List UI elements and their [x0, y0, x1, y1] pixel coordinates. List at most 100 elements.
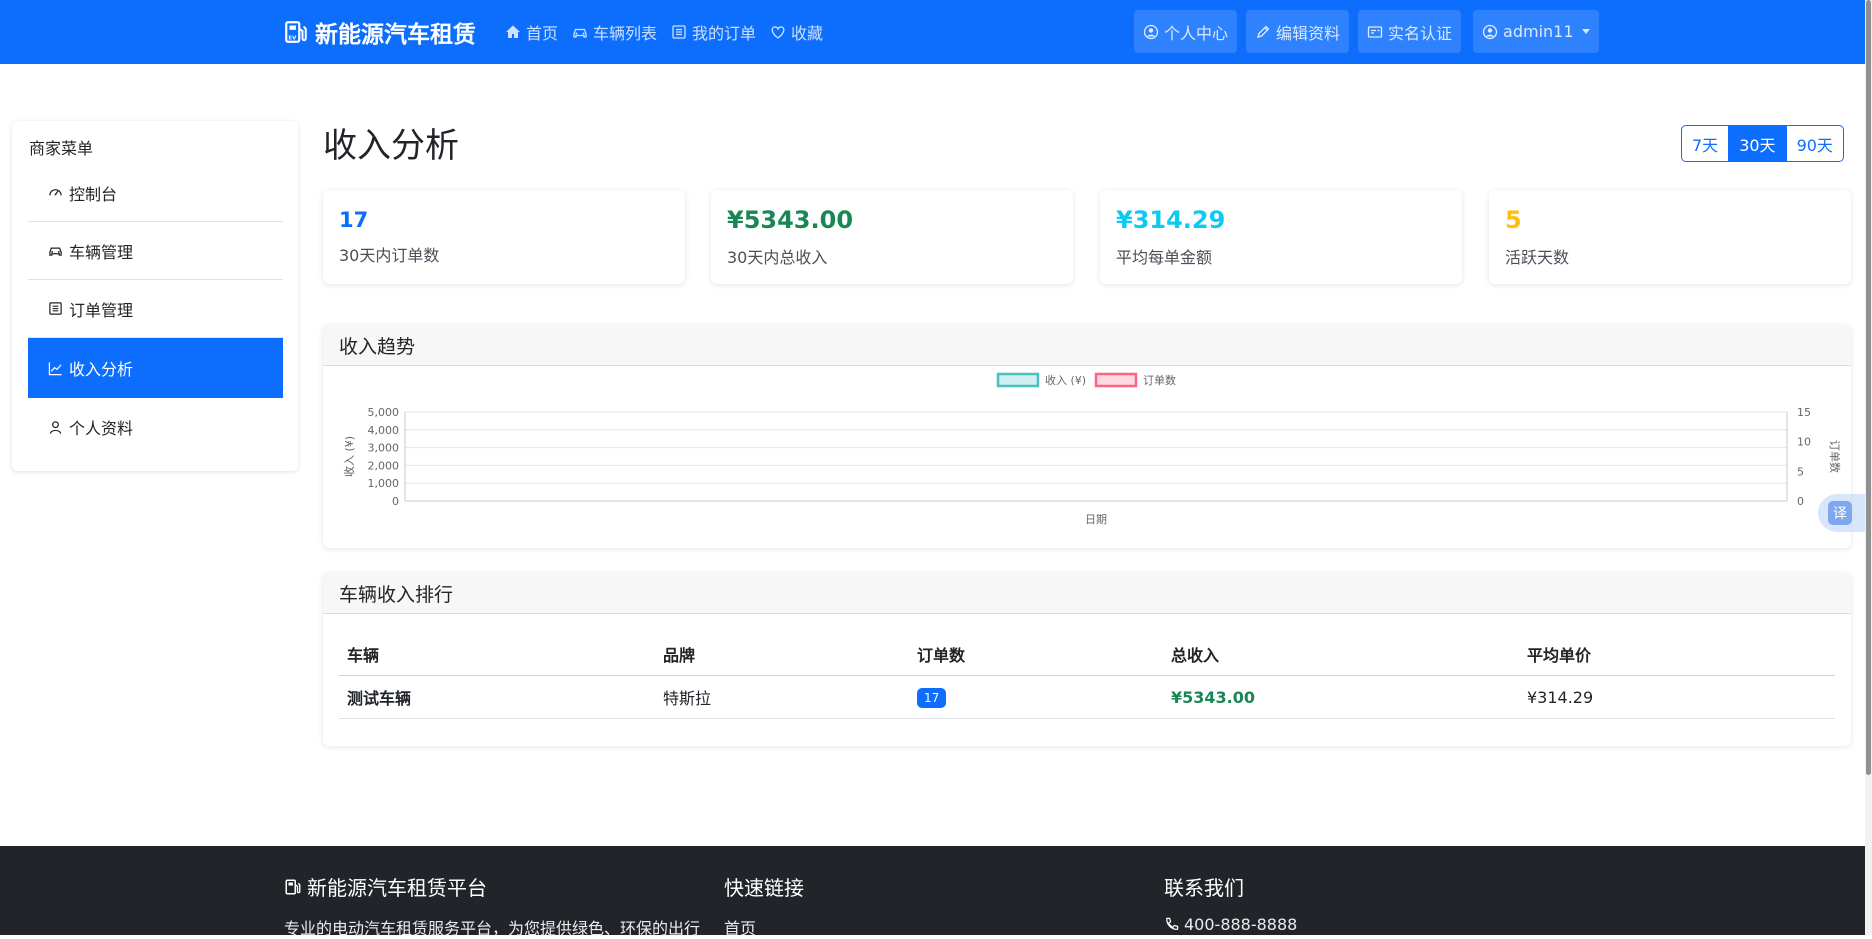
card-title: 收入趋势: [323, 325, 1851, 366]
stat-value: 5: [1505, 206, 1522, 234]
card-title: 车辆收入排行: [323, 573, 1851, 614]
sidebar-item-orders[interactable]: 订单管理: [28, 280, 283, 338]
real-name-auth-label: 实名认证: [1388, 23, 1453, 43]
phone-icon: [1166, 917, 1179, 930]
footer-contact: 联系我们 400-888-8888: [1164, 872, 1297, 934]
y-axis-title: 收入 (¥): [342, 436, 356, 477]
person-icon: [49, 420, 62, 434]
line-chart-icon: [48, 361, 62, 375]
legend-label: 收入 (¥): [1045, 373, 1086, 387]
sidebar-item-revenue[interactable]: 收入分析: [28, 338, 283, 398]
sidebar-menu: 控制台 车辆管理 订单管理 收入分析 个人资料: [28, 164, 283, 456]
footer-phone: 400-888-8888: [1164, 915, 1297, 934]
y-tick-label: 0: [392, 495, 399, 508]
page-title: 收入分析: [323, 126, 459, 166]
table-header-row: 车辆 品牌 订单数 总收入 平均单价: [339, 633, 1835, 676]
sidebar-item-label: 控制台: [69, 184, 118, 204]
range-7-days-button[interactable]: 7天: [1681, 125, 1730, 162]
speedometer-icon: [49, 189, 62, 196]
edit-profile-label: 编辑资料: [1276, 23, 1341, 43]
y-tick-label: 3,000: [368, 442, 400, 455]
y2-axis-title: 订单数: [1828, 440, 1841, 473]
order-count-cell: 17: [909, 675, 1163, 719]
footer-phone-number: 400-888-8888: [1184, 915, 1298, 934]
stat-label: 活跃天数: [1505, 248, 1570, 267]
x-axis-title: 日期: [1085, 513, 1107, 526]
stat-value: ¥5343.00: [727, 206, 854, 234]
y-tick-label: 4,000: [368, 424, 400, 437]
username: admin11: [1503, 22, 1574, 41]
legend-swatch: [996, 372, 1040, 388]
profile-center-button[interactable]: 个人中心: [1134, 10, 1238, 53]
stat-value: 17: [339, 208, 369, 232]
caret-down-icon: [1581, 29, 1590, 34]
footer-description: 专业的电动汽车租赁服务平台，为您提供绿色、环保的出行: [284, 919, 701, 938]
stat-label: 平均每单金额: [1116, 248, 1213, 267]
stat-card-orders: 17 30天内订单数: [323, 190, 685, 284]
footer: 新能源汽车租赁平台 专业的电动汽车租赁服务平台，为您提供绿色、环保的出行 快速链…: [0, 846, 1865, 938]
nav-home-label: 首页: [526, 24, 559, 43]
table-row: 测试车辆 特斯拉 17 ¥5343.00 ¥314.29: [339, 675, 1835, 719]
real-name-auth-button[interactable]: 实名认证: [1358, 10, 1462, 53]
vehicle-revenue-ranking-card: 车辆收入排行 车辆 品牌 订单数 总收入 平均单价 测试车辆 特斯拉 17 ¥5…: [323, 573, 1851, 746]
footer-contact-title: 联系我们: [1164, 876, 1244, 900]
average-price: ¥314.29: [1519, 675, 1835, 719]
y2-tick-label: 5: [1797, 465, 1804, 478]
nav-orders[interactable]: 我的订单: [671, 20, 756, 44]
total-revenue: ¥5343.00: [1163, 675, 1519, 719]
legend-label: 订单数: [1143, 374, 1176, 387]
nav-home[interactable]: 首页: [505, 20, 558, 44]
range-90-days-button[interactable]: 90天: [1786, 125, 1844, 162]
column-header: 平均单价: [1519, 633, 1835, 676]
sidebar-item-label: 车辆管理: [69, 242, 134, 262]
column-header: 总收入: [1163, 633, 1519, 676]
edit-profile-button[interactable]: 编辑资料: [1246, 10, 1350, 53]
brand[interactable]: EV 新能源汽车租赁: [283, 0, 476, 64]
revenue-trend-chart: 5,000 4,000 3,000 2,000 1,000 0 15 10 5 0 收入 (¥) 订单…: [342, 372, 1841, 526]
person-circle-icon: [1482, 24, 1498, 39]
vehicle-brand: 特斯拉: [655, 675, 909, 719]
nav-orders-label: 我的订单: [692, 24, 757, 43]
nav-favorites[interactable]: 收藏: [770, 20, 823, 44]
revenue-trend-card: 收入趋势 5,000 4,000 3,000 2,000 1,000 0 15 10 5 0 收入 …: [323, 325, 1851, 548]
footer-links: 快速链接 首页: [724, 872, 804, 939]
stat-label: 30天内订单数: [339, 246, 440, 265]
pencil-icon: [1257, 25, 1270, 38]
vehicle-name: 测试车辆: [339, 675, 655, 719]
translate-button[interactable]: 译: [1818, 494, 1865, 532]
order-count-badge: 17: [917, 687, 947, 708]
y2-tick-label: 15: [1797, 406, 1811, 419]
range-30-days-button[interactable]: 30天: [1729, 125, 1787, 162]
list-icon: [49, 302, 62, 315]
stat-card-active-days: 5 活跃天数: [1489, 190, 1851, 284]
sidebar-title: 商家菜单: [29, 139, 94, 158]
house-icon: [506, 25, 520, 38]
id-card-icon: [1367, 25, 1383, 38]
top-navbar: EV 新能源汽车租赁 首页 车辆列表 我的订单 收藏 个人中心 编辑资料 实名认…: [0, 0, 1865, 64]
car-icon: [49, 247, 62, 256]
ranking-table: 车辆 品牌 订单数 总收入 平均单价 测试车辆 特斯拉 17 ¥5343.00 …: [339, 633, 1835, 719]
y-tick-label: 1,000: [368, 477, 400, 490]
nav-right: 个人中心 编辑资料 实名认证 admin11: [1134, 10, 1599, 53]
footer-brand: 新能源汽车租赁平台: [307, 876, 487, 900]
scrollbar-thumb[interactable]: [1866, 0, 1871, 775]
y-tick-label: 5,000: [368, 406, 400, 419]
footer-about: 新能源汽车租赁平台 专业的电动汽车租赁服务平台，为您提供绿色、环保的出行: [284, 872, 700, 939]
profile-center-label: 个人中心: [1164, 23, 1229, 43]
stat-card-total-revenue: ¥5343.00 30天内总收入: [711, 190, 1073, 284]
brand-name: 新能源汽车租赁: [315, 22, 476, 48]
ev-station-icon: EV: [285, 21, 307, 43]
sidebar-item-label: 订单管理: [69, 300, 134, 320]
stat-label: 30天内总收入: [727, 248, 828, 267]
user-menu-dropdown[interactable]: admin11: [1473, 10, 1599, 53]
column-header: 车辆: [339, 633, 655, 676]
sidebar-item-dashboard[interactable]: 控制台: [28, 164, 283, 222]
sidebar-item-vehicles[interactable]: 车辆管理: [28, 222, 283, 280]
nav-vehicles[interactable]: 车辆列表: [572, 20, 657, 44]
stat-value: ¥314.29: [1116, 206, 1226, 234]
car-icon: [573, 28, 587, 38]
merchant-sidebar: 商家菜单 控制台 车辆管理 订单管理 收入分析 个人资料: [12, 121, 298, 471]
heart-icon: [771, 26, 785, 39]
sidebar-item-profile[interactable]: 个人资料: [28, 398, 283, 456]
footer-link-home[interactable]: 首页: [724, 915, 804, 939]
